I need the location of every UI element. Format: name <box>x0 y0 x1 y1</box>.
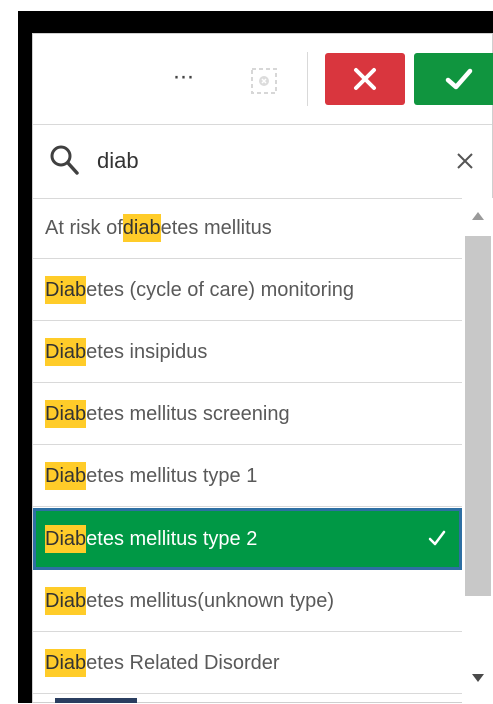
list-item[interactable]: Diab etes Related Disorder <box>33 633 462 694</box>
list-item-suffix: etes insipidus <box>86 340 208 363</box>
selection-toolbar: ··· <box>33 34 493 125</box>
list-item-suffix: etes mellitus(unknown type) <box>86 589 335 612</box>
list-item-suffix: etes mellitus screening <box>86 402 290 425</box>
list-item-suffix: etes mellitus type 1 <box>86 464 258 487</box>
listbox: At risk of diab etes mellitus Diab etes (c… <box>33 198 462 704</box>
list-item-selected[interactable]: Diab etes mellitus type 2 <box>33 508 462 570</box>
search-match-highlight: diab <box>122 214 161 242</box>
search-match-highlight: Diab <box>45 525 87 553</box>
list-item-suffix: etes (cycle of care) monitoring <box>86 278 355 301</box>
scroll-down-arrow-icon[interactable] <box>472 674 484 682</box>
search-match-highlight: Diab <box>45 649 87 677</box>
list-item-suffix: etes Related Disorder <box>86 651 280 674</box>
scrollbar-thumb[interactable] <box>465 236 491 596</box>
scroll-up-arrow-icon[interactable] <box>472 212 484 220</box>
scrollbar[interactable] <box>462 198 493 704</box>
search-match-highlight: Diab <box>45 338 87 366</box>
toolbar-divider <box>307 52 308 106</box>
check-icon <box>445 68 473 90</box>
listbox-popover: ··· diab At risk of diab etes mellitus D… <box>32 33 493 704</box>
list-item[interactable]: Diab etes mellitus screening <box>33 384 462 445</box>
list-item[interactable]: Diab etes insipidus <box>33 322 462 383</box>
list-item[interactable]: Diab etes (cycle of care) monitoring <box>33 260 462 321</box>
list-item[interactable]: At risk of diab etes mellitus <box>33 198 462 259</box>
search-bar <box>33 124 492 199</box>
clear-selection-icon[interactable] <box>249 66 279 96</box>
more-options-button[interactable]: ··· <box>170 65 196 89</box>
search-match-highlight: Diab <box>45 462 87 490</box>
cancel-selection-button[interactable] <box>325 53 405 105</box>
search-match-highlight: Diab <box>45 400 87 428</box>
list-item[interactable]: Diab etes mellitus type 1 <box>33 446 462 507</box>
close-icon[interactable] <box>454 150 476 172</box>
close-icon <box>354 68 376 90</box>
list-item-suffix: etes mellitus type 2 <box>86 527 258 550</box>
search-icon <box>49 144 79 176</box>
check-icon <box>428 530 446 546</box>
list-item-prefix: At risk of <box>45 216 123 239</box>
search-match-highlight: Diab <box>45 276 87 304</box>
list-item[interactable]: Diab etes mellitus(unknown type) <box>33 571 462 632</box>
search-input[interactable] <box>97 146 427 176</box>
list-item-suffix: etes mellitus <box>160 216 272 239</box>
search-match-highlight: Diab <box>45 587 87 615</box>
confirm-selection-button[interactable] <box>414 53 493 105</box>
background-tab-fragment <box>55 698 137 703</box>
